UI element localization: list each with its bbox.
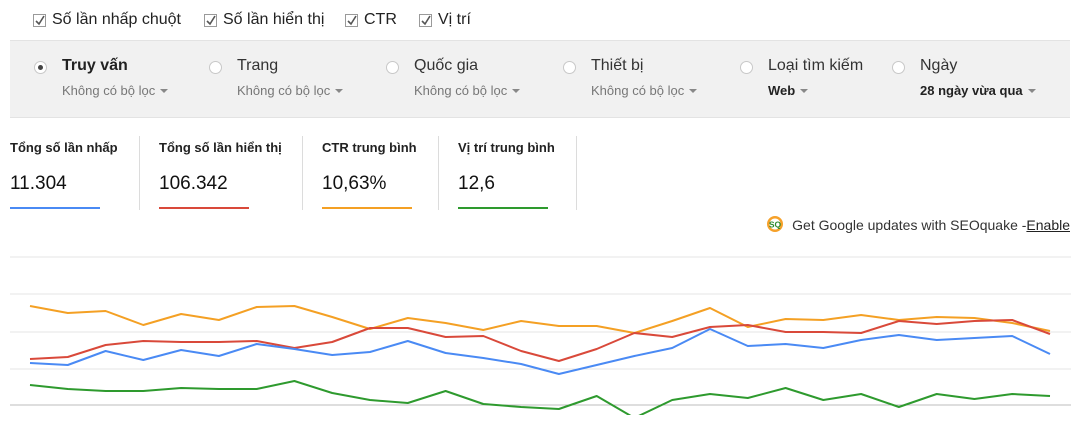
- filter-dropdown[interactable]: Không có bộ lọc: [237, 83, 344, 98]
- caret-down-icon: [335, 89, 344, 93]
- filter-dropdown[interactable]: Không có bộ lọc: [62, 83, 169, 98]
- radio-icon[interactable]: [740, 61, 753, 74]
- metric-average-position[interactable]: Vị trí trung bình 12,6: [458, 128, 555, 212]
- enable-link[interactable]: Enable: [1026, 217, 1070, 233]
- dimension-label: Trang: [237, 57, 279, 74]
- checkbox-label: Số lần hiển thị: [223, 11, 325, 28]
- metric-average-ctr[interactable]: CTR trung bình 10,63%: [322, 128, 417, 212]
- date-range-value: 28 ngày vừa qua: [920, 83, 1023, 98]
- metric-toggle-bar: Số lần nhấp chuột Số lần hiển thị CTR Vị…: [0, 0, 1074, 40]
- metric-value: 12,6: [458, 173, 495, 194]
- checkbox-label: Số lần nhấp chuột: [52, 11, 181, 28]
- dimension-label: Truy vấn: [62, 57, 128, 74]
- checkbox-icon[interactable]: [33, 13, 46, 27]
- checkbox-label: CTR: [364, 11, 397, 28]
- impressions-series-line: [29, 319, 1051, 362]
- metric-color-bar: [10, 207, 100, 209]
- radio-icon[interactable]: [892, 61, 905, 74]
- metric-divider: [139, 136, 140, 210]
- clicks-series-line: [29, 328, 1051, 375]
- filter-dropdown-label: Không có bộ lọc: [62, 83, 156, 98]
- dimension-label: Thiết bị: [591, 57, 644, 74]
- svg-text:SQ: SQ: [769, 219, 782, 229]
- dimension-label: Quốc gia: [414, 57, 479, 74]
- dimension-filter-bar: Truy vấn Không có bộ lọc Trang Không có …: [10, 40, 1070, 118]
- filter-dropdown[interactable]: Không có bộ lọc: [591, 83, 698, 98]
- caret-down-icon: [1027, 89, 1036, 93]
- radio-icon[interactable]: [386, 61, 399, 74]
- date-range-dropdown[interactable]: 28 ngày vừa qua: [920, 83, 1036, 98]
- filter-dropdown[interactable]: Không có bộ lọc: [414, 83, 521, 98]
- checkbox-icon[interactable]: [204, 13, 217, 27]
- checkbox-icon[interactable]: [419, 13, 432, 27]
- checkbox-icon[interactable]: [345, 13, 358, 27]
- promo-text: Get Google updates with SEOquake -: [792, 217, 1027, 233]
- radio-icon[interactable]: [563, 61, 576, 74]
- metric-color-bar: [159, 207, 249, 209]
- metric-label: CTR trung bình: [322, 140, 417, 155]
- filter-dropdown-label: Không có bộ lọc: [237, 83, 331, 98]
- performance-line-chart: [10, 256, 1071, 415]
- metric-label: Tổng số lần nhấp: [10, 140, 118, 155]
- filter-dropdown-label: Không có bộ lọc: [591, 83, 685, 98]
- dimension-label: Ngày: [920, 57, 958, 74]
- metric-total-impressions[interactable]: Tổng số lần hiển thị 106.342: [159, 128, 282, 212]
- metric-total-clicks[interactable]: Tổng số lần nhấp 11.304: [10, 128, 118, 212]
- seoquake-icon: SQ: [766, 215, 784, 236]
- metric-divider: [576, 136, 577, 210]
- caret-down-icon: [512, 89, 521, 93]
- dimension-label: Loại tìm kiếm: [768, 57, 864, 74]
- caret-down-icon: [160, 89, 169, 93]
- metric-divider: [438, 136, 439, 210]
- search-type-dropdown[interactable]: Web: [768, 83, 809, 98]
- radio-selected-icon[interactable]: [34, 61, 47, 74]
- metric-color-bar: [322, 207, 412, 209]
- position-series-line: [29, 380, 1051, 415]
- caret-down-icon: [800, 89, 809, 93]
- metric-divider: [302, 136, 303, 210]
- ctr-series-line: [29, 305, 1051, 334]
- metric-label: Tổng số lần hiển thị: [159, 140, 282, 155]
- search-type-value: Web: [768, 83, 796, 98]
- filter-dropdown-label: Không có bộ lọc: [414, 83, 508, 98]
- radio-icon[interactable]: [209, 61, 222, 74]
- metric-color-bar: [458, 207, 548, 209]
- metric-label: Vị trí trung bình: [458, 140, 555, 155]
- metric-value: 11.304: [10, 173, 67, 194]
- checkbox-position[interactable]: Vị trí: [419, 10, 471, 30]
- metric-value: 106.342: [159, 173, 228, 194]
- checkbox-ctr[interactable]: CTR: [345, 10, 397, 30]
- checkbox-impressions[interactable]: Số lần hiển thị: [204, 10, 324, 30]
- checkbox-label: Vị trí: [438, 11, 471, 28]
- checkbox-clicks[interactable]: Số lần nhấp chuột: [33, 10, 181, 30]
- metric-value: 10,63%: [322, 173, 387, 194]
- seoquake-promo: SQ Get Google updates with SEOquake - En…: [766, 215, 1070, 235]
- caret-down-icon: [689, 89, 698, 93]
